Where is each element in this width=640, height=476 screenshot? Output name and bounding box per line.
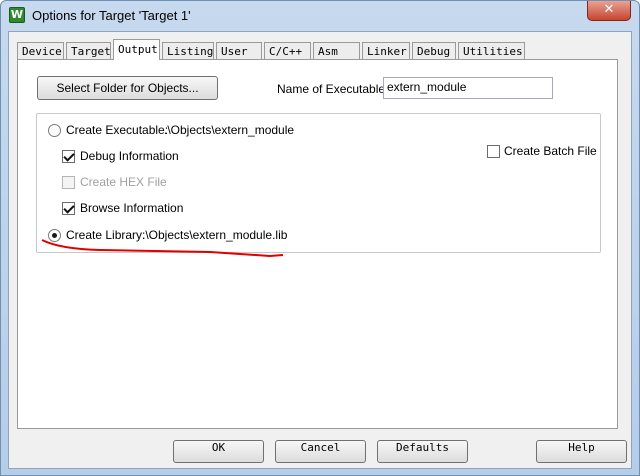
browse-information-checkbox[interactable] [62,202,75,215]
tab-c-cpp[interactable]: C/C++ [264,42,311,59]
close-button[interactable]: ✕ [587,1,631,21]
tab-output[interactable]: Output [113,39,160,60]
defaults-button[interactable]: Defaults [377,440,468,463]
select-folder-button[interactable]: Select Folder for Objects... [37,76,218,100]
create-batch-file-label[interactable]: Create Batch File [504,144,597,158]
create-executable-path: .\Objects\extern_module [164,123,295,137]
browse-information-label[interactable]: Browse Information [80,201,183,215]
create-library-radio[interactable] [48,229,61,242]
name-of-executable-input[interactable]: extern_module [383,77,553,99]
tab-target[interactable]: Target [66,42,111,59]
create-library-label[interactable]: Create Library: [66,228,145,242]
create-batch-file-checkbox[interactable] [487,145,500,158]
tab-utilities[interactable]: Utilities [458,42,525,59]
name-of-executable-label: Name of Executable: [277,82,389,96]
debug-information-checkbox[interactable] [62,150,75,163]
output-tab-panel: Select Folder for Objects... Name of Exe… [17,59,618,429]
keil-app-icon: W [9,7,25,23]
tab-linker[interactable]: Linker [362,42,410,59]
tab-listing[interactable]: Listing [162,42,214,59]
create-hex-file-checkbox [62,176,75,189]
dialog-client-area: Device Target Output Listing User C/C++ … [8,31,632,469]
cancel-button[interactable]: Cancel [275,440,366,463]
help-button[interactable]: Help [536,440,627,463]
tab-user[interactable]: User [216,42,262,59]
options-dialog: W Options for Target 'Target 1' ✕ Device… [0,0,640,476]
create-executable-radio[interactable] [48,124,61,137]
title-bar[interactable]: W Options for Target 'Target 1' ✕ [1,1,639,31]
create-executable-label[interactable]: Create Executable: [66,123,168,137]
debug-information-label[interactable]: Debug Information [80,149,179,163]
create-hex-file-label: Create HEX File [80,175,167,189]
create-library-path: .\Objects\extern_module.lib [142,228,288,242]
tab-device[interactable]: Device [17,42,64,59]
output-options-group: Create Executable: .\Objects\extern_modu… [36,113,601,253]
tab-debug[interactable]: Debug [412,42,456,59]
ok-button[interactable]: OK [173,440,264,463]
tab-asm[interactable]: Asm [313,42,360,59]
window-title: Options for Target 'Target 1' [32,8,191,23]
